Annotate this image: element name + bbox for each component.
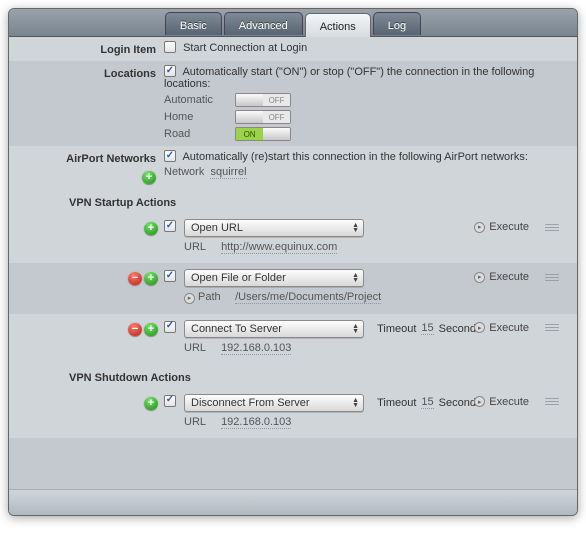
- login-item-label: Start Connection at Login: [183, 42, 307, 54]
- drag-handle-icon[interactable]: [545, 396, 559, 407]
- timeout-label: Timeout: [377, 397, 416, 409]
- add-action-button[interactable]: +: [144, 322, 158, 336]
- locations-label: Automatically start ("ON") or stop ("OFF…: [164, 66, 534, 90]
- play-icon: ▸: [474, 322, 485, 333]
- action-url-field[interactable]: 192.168.0.103: [221, 342, 291, 355]
- location-name: Road: [164, 128, 228, 140]
- locations-heading: Locations: [9, 66, 164, 141]
- location-name: Home: [164, 111, 228, 123]
- airport-checkbox[interactable]: [164, 150, 176, 162]
- drag-handle-icon[interactable]: [545, 222, 559, 233]
- execute-button[interactable]: ▸ Execute: [474, 271, 529, 283]
- login-item-heading: Login Item: [9, 42, 164, 56]
- location-toggle-automatic[interactable]: OFF: [235, 93, 291, 107]
- locations-checkbox[interactable]: [164, 65, 176, 77]
- action-detail-key: URL: [184, 416, 218, 428]
- remove-action-button[interactable]: −: [128, 271, 142, 285]
- tab-log[interactable]: Log: [373, 12, 421, 35]
- add-action-button[interactable]: +: [144, 396, 158, 410]
- action-enable-checkbox[interactable]: [164, 321, 176, 333]
- vpn-shutdown-heading: VPN Shutdown Actions: [9, 364, 577, 388]
- choose-path-icon[interactable]: ▸: [184, 293, 195, 304]
- tab-basic[interactable]: Basic: [165, 12, 222, 35]
- action-path-field[interactable]: /Users/me/Documents/Project: [235, 291, 381, 304]
- action-detail-key: URL: [184, 342, 218, 354]
- action-detail-key: URL: [184, 241, 218, 253]
- execute-button[interactable]: ▸ Execute: [474, 322, 529, 334]
- play-icon: ▸: [474, 272, 485, 283]
- airport-network-value[interactable]: squirrel: [210, 166, 246, 179]
- action-url-field[interactable]: http://www.equinux.com: [221, 241, 337, 254]
- action-type-select[interactable]: Open URL ▲▼: [184, 219, 364, 237]
- location-name: Automatic: [164, 94, 228, 106]
- execute-button[interactable]: ▸ Execute: [474, 221, 529, 233]
- vpn-startup-heading: VPN Startup Actions: [9, 189, 577, 213]
- tab-bar: Basic Advanced Actions Log: [9, 9, 577, 37]
- airport-label: Automatically (re)start this connection …: [182, 151, 527, 163]
- action-type-select[interactable]: Open File or Folder ▲▼: [184, 269, 364, 287]
- remove-action-button[interactable]: −: [128, 322, 142, 336]
- add-network-button[interactable]: +: [142, 170, 156, 184]
- add-action-button[interactable]: +: [144, 221, 158, 235]
- timeout-label: Timeout: [377, 323, 416, 335]
- action-url-field[interactable]: 192.168.0.103: [221, 416, 291, 429]
- play-icon: ▸: [474, 222, 485, 233]
- drag-handle-icon[interactable]: [545, 322, 559, 333]
- action-type-select[interactable]: Connect To Server ▲▼: [184, 320, 364, 338]
- action-enable-checkbox[interactable]: [164, 220, 176, 232]
- tab-actions[interactable]: Actions: [305, 13, 371, 37]
- timeout-field[interactable]: 15: [421, 396, 433, 409]
- airport-network-key: Network: [164, 166, 204, 178]
- airport-heading: AirPort Networks: [66, 153, 156, 165]
- add-action-button[interactable]: +: [144, 271, 158, 285]
- location-toggle-home[interactable]: OFF: [235, 110, 291, 124]
- tab-advanced[interactable]: Advanced: [224, 12, 303, 35]
- login-item-checkbox[interactable]: [164, 41, 176, 53]
- timeout-field[interactable]: 15: [421, 322, 433, 335]
- panel-footer: [9, 489, 577, 515]
- action-enable-checkbox[interactable]: [164, 270, 176, 282]
- play-icon: ▸: [474, 396, 485, 407]
- action-type-select[interactable]: Disconnect From Server ▲▼: [184, 394, 364, 412]
- location-toggle-road[interactable]: ON: [235, 127, 291, 141]
- action-enable-checkbox[interactable]: [164, 395, 176, 407]
- execute-button[interactable]: ▸ Execute: [474, 396, 529, 408]
- action-detail-key: Path: [198, 291, 232, 303]
- drag-handle-icon[interactable]: [545, 272, 559, 283]
